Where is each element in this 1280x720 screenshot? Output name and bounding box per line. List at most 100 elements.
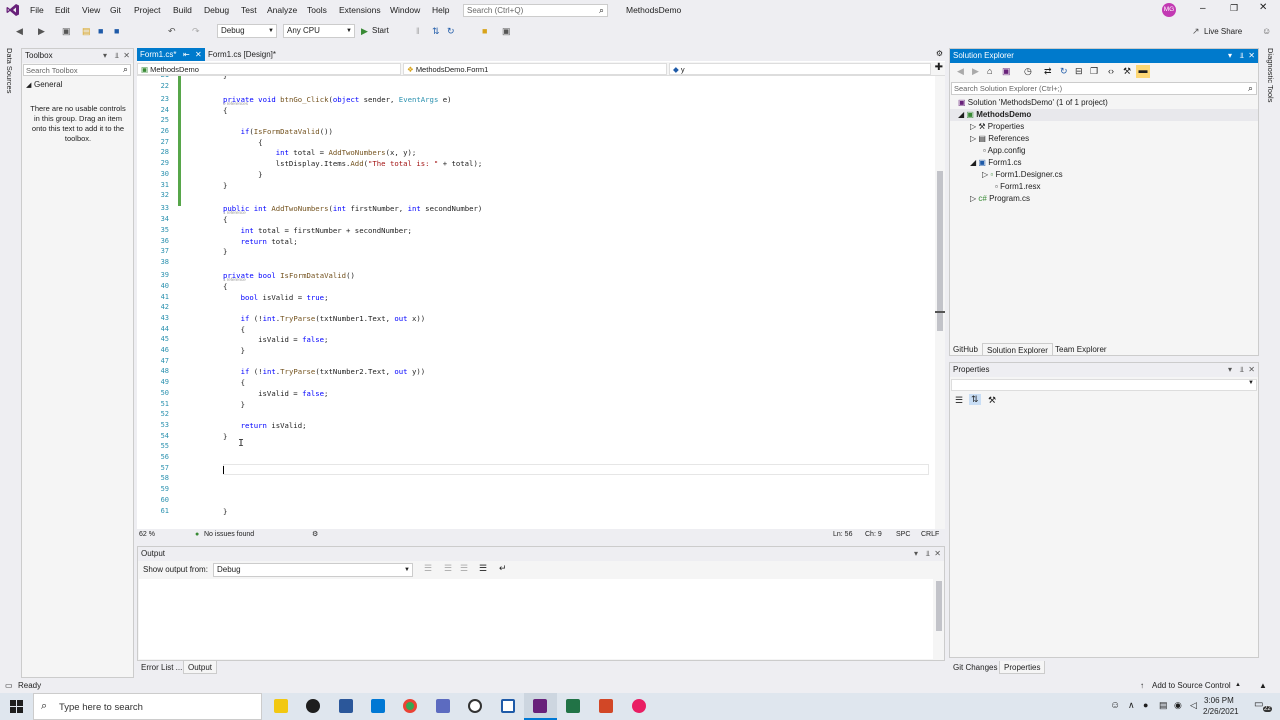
collapse-all-icon[interactable]: ⊟ — [1075, 66, 1083, 77]
member-dropdown[interactable]: ◆ y — [669, 63, 931, 75]
file-explorer-icon[interactable] — [274, 699, 288, 713]
save-all-icon[interactable]: ■ — [114, 25, 119, 37]
back-icon[interactable]: ◀ — [16, 25, 23, 37]
menu-item-view[interactable]: View — [82, 5, 100, 15]
project-dropdown[interactable]: ▣ MethodsDemo — [137, 63, 401, 75]
step-over-icon[interactable]: ⇅ — [432, 25, 440, 37]
go-to-prev-icon[interactable]: ☰ — [444, 563, 452, 574]
categorized-icon[interactable]: ☰ — [955, 395, 963, 406]
sync-icon[interactable]: ⇄ — [1044, 66, 1052, 77]
tree-item-solution[interactable]: ▣ Solution 'MethodsDemo' (1 of 1 project… — [958, 98, 1108, 107]
tree-item-program[interactable]: ▷ c# Program.cs — [970, 194, 1030, 203]
refresh-icon[interactable]: ↻ — [1060, 66, 1068, 77]
undo-icon[interactable]: ↶ — [168, 25, 176, 37]
notifications-icon[interactable]: ▲ — [1259, 678, 1267, 693]
redo-icon[interactable]: ↷ — [192, 25, 200, 37]
menu-item-test[interactable]: Test — [241, 5, 257, 15]
menu-item-tools[interactable]: Tools — [307, 5, 327, 15]
menu-item-git[interactable]: Git — [110, 5, 121, 15]
data-sources-tab[interactable]: Data Sources — [5, 48, 14, 93]
code-area[interactable]: I 21}220 references23private void btnGo_… — [137, 76, 935, 529]
tree-item-form1[interactable]: ◢ ▣ Form1.cs — [970, 158, 1022, 167]
find-icon[interactable]: ☰ — [424, 563, 432, 574]
app-icon[interactable] — [339, 699, 353, 713]
code-line[interactable]: } — [223, 432, 227, 441]
network-icon[interactable]: ▤ — [1159, 700, 1168, 711]
windows-start-icon[interactable] — [10, 700, 23, 713]
clear-all-icon[interactable]: ☰ — [479, 563, 487, 574]
source-control-button[interactable]: Add to Source Control — [1152, 678, 1231, 693]
issues-status[interactable]: No issues found — [204, 529, 254, 541]
pin-icon[interactable]: ⫫ — [926, 547, 931, 561]
tab-form1-cs[interactable]: Form1.cs* ⇤ ✕ — [137, 48, 205, 61]
code-line[interactable]: { — [223, 138, 262, 147]
close-icon[interactable]: ✕ — [1248, 49, 1255, 63]
open-folder-icon[interactable]: ▤ — [82, 25, 91, 37]
app2-icon[interactable] — [436, 699, 450, 713]
code-line[interactable]: private bool IsFormDataValid() — [223, 271, 355, 280]
tab-properties[interactable]: Properties — [999, 661, 1046, 674]
chrome-icon[interactable] — [403, 699, 417, 713]
go-to-next-icon[interactable]: ☰ — [460, 563, 468, 574]
code-line[interactable]: { — [223, 378, 245, 387]
properties-wrench-icon[interactable]: ⚒ — [1123, 66, 1131, 77]
close-icon[interactable]: ✕ — [1248, 363, 1255, 377]
code-line[interactable]: lstDisplay.Items.Add("The total is: " + … — [223, 159, 483, 168]
github-icon[interactable] — [468, 699, 482, 713]
code-line[interactable]: public int AddTwoNumbers(int firstNumber… — [223, 204, 482, 213]
tab-solution-explorer[interactable]: Solution Explorer — [982, 343, 1053, 356]
close-icon[interactable]: ✕ — [123, 49, 130, 63]
restore-icon[interactable]: ❐ — [1230, 3, 1238, 14]
output-source-combo[interactable]: Debug ▼ — [213, 563, 413, 577]
class-dropdown[interactable]: ❖ MethodsDemo.Form1 — [403, 63, 667, 75]
line-ending[interactable]: CRLF — [921, 529, 939, 541]
code-line[interactable]: { — [223, 215, 227, 224]
close-icon[interactable]: ✕ — [1259, 2, 1267, 13]
media-app-icon[interactable] — [306, 699, 320, 713]
tab-overflow-icon[interactable]: ⚙ — [936, 49, 943, 58]
volume-icon[interactable]: ◁ — [1190, 700, 1197, 711]
tree-item-references[interactable]: ▷ ▤ References — [970, 134, 1029, 143]
code-line[interactable]: bool isValid = true; — [223, 293, 329, 302]
code-line[interactable]: } — [223, 170, 262, 179]
pin-icon[interactable]: ⫫ — [1240, 363, 1245, 377]
tree-item-form1-resx[interactable]: ▫ Form1.resx — [995, 182, 1041, 191]
pin-icon[interactable]: ⫫ — [115, 49, 120, 63]
code-line[interactable]: isValid = false; — [223, 335, 328, 344]
bookmark-icon[interactable]: ■ — [482, 25, 487, 37]
feedback-icon[interactable]: ☺ — [1262, 25, 1271, 37]
dropdown-icon[interactable]: ▾ — [1228, 49, 1232, 63]
dropdown-icon[interactable]: ▾ — [103, 49, 107, 63]
preview-icon[interactable]: ▬ — [1136, 65, 1150, 78]
forward-icon[interactable]: ▶ — [38, 25, 45, 37]
tab-github[interactable]: GitHub — [949, 343, 982, 356]
object-selector[interactable]: ▼ — [951, 379, 1257, 391]
pending-changes-icon[interactable]: ◷ — [1024, 66, 1032, 77]
wifi-icon[interactable]: ◉ — [1174, 700, 1182, 711]
dropdown-icon[interactable]: ▾ — [914, 547, 918, 561]
app3-icon[interactable] — [501, 699, 515, 713]
property-pages-icon[interactable]: ⚒ — [988, 395, 996, 406]
dropdown-icon[interactable]: ▾ — [1228, 363, 1232, 377]
search-box[interactable]: Search (Ctrl+Q) ⌕ — [463, 4, 608, 17]
back-icon[interactable]: ◀ — [957, 66, 964, 77]
view-code-icon[interactable]: ‹› — [1108, 66, 1114, 76]
menu-item-build[interactable]: Build — [173, 5, 192, 15]
code-line[interactable]: } — [223, 247, 227, 256]
zoom-level[interactable]: 62 % — [139, 529, 155, 541]
menu-item-edit[interactable]: Edit — [55, 5, 70, 15]
excel-icon[interactable] — [566, 699, 580, 713]
tree-item-form1-designer[interactable]: ▷ ▫ Form1.Designer.cs — [982, 170, 1063, 179]
home-icon[interactable]: ⌂ — [987, 66, 992, 76]
toolbox-search-input[interactable]: Search Toolbox ⌕ — [23, 64, 131, 76]
people-icon[interactable]: ☺ — [1110, 700, 1120, 711]
scroll-thumb[interactable] — [937, 171, 943, 331]
code-line[interactable]: { — [223, 325, 245, 334]
menu-item-extensions[interactable]: Extensions — [339, 5, 381, 15]
toolbox-group-general[interactable]: General — [34, 80, 62, 89]
code-line[interactable]: { — [223, 106, 227, 115]
outlook-icon[interactable] — [371, 699, 385, 713]
live-share-icon[interactable]: ↗ — [1192, 25, 1200, 37]
new-project-icon[interactable]: ▣ — [62, 25, 71, 37]
start-button[interactable]: Start — [372, 26, 389, 35]
